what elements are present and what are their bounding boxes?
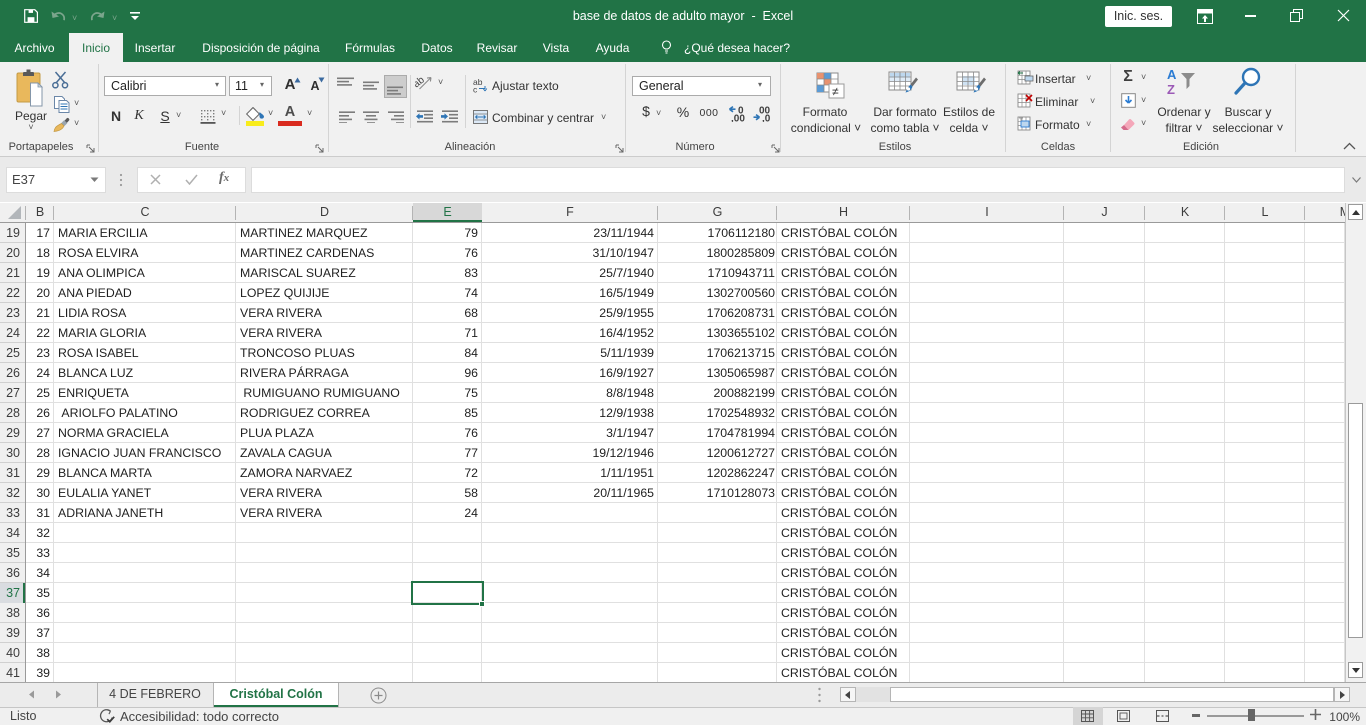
svg-text:Z: Z: [1167, 82, 1175, 97]
svg-text:,00: ,00: [731, 114, 745, 123]
svg-text:A: A: [1167, 67, 1177, 82]
svg-text:≠: ≠: [832, 85, 839, 99]
svg-text:,0: ,0: [762, 114, 771, 123]
